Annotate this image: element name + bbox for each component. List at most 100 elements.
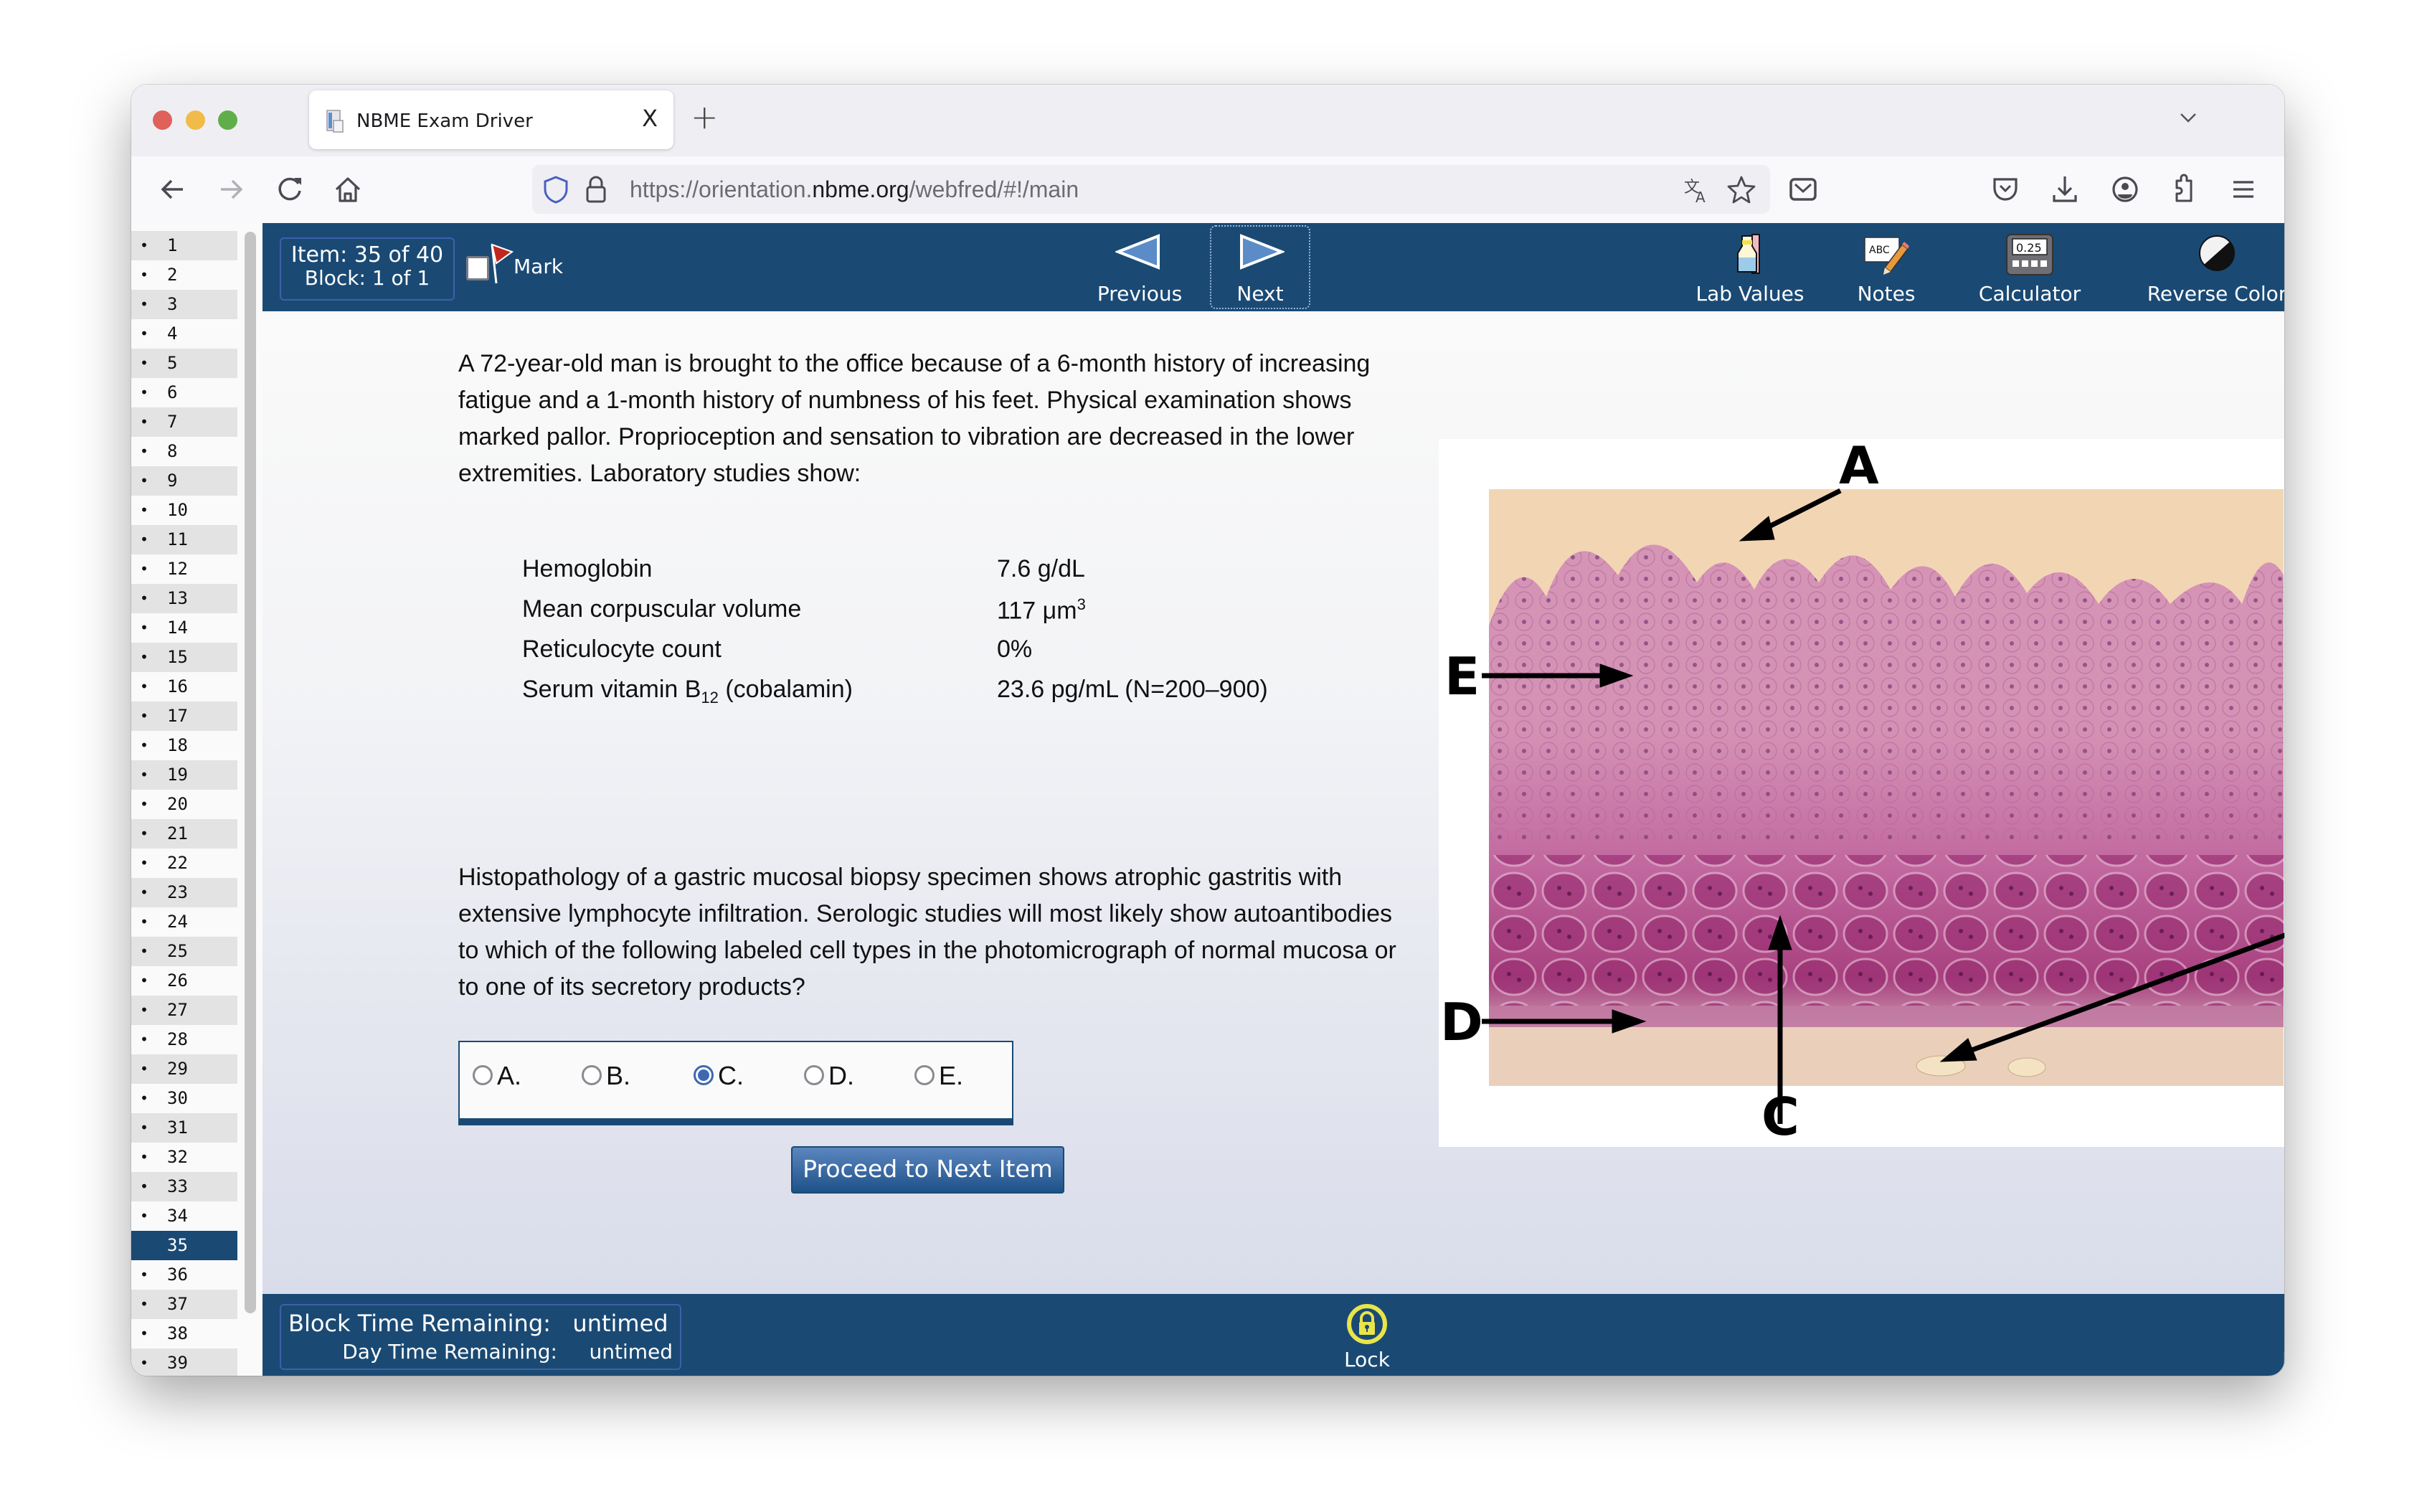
question-number: 1 <box>167 235 178 255</box>
question-nav-item[interactable]: • 11 <box>131 525 237 554</box>
pocket-icon[interactable] <box>1988 172 2023 207</box>
question-nav-item[interactable]: • 31 <box>131 1113 237 1143</box>
question-nav-item[interactable]: • 3 <box>131 290 237 319</box>
question-nav-item[interactable]: • 17 <box>131 701 237 731</box>
answer-option-a[interactable]: A. <box>473 1061 521 1091</box>
account-icon[interactable] <box>2108 172 2142 207</box>
back-arrow-icon[interactable] <box>156 172 190 207</box>
question-number: 10 <box>167 500 188 520</box>
question-nav-item[interactable]: • 36 <box>131 1260 237 1290</box>
figure-label-e: E <box>1444 646 1480 707</box>
bookmark-star-icon[interactable] <box>1726 174 1757 205</box>
question-nav-item[interactable]: • 30 <box>131 1084 237 1113</box>
lab-values-button[interactable]: Lab Values <box>1691 223 1809 311</box>
downloads-icon[interactable] <box>2048 172 2082 207</box>
lab-row: Mean corpuscular volume 117 μm3 <box>522 595 1383 635</box>
question-nav-item[interactable]: • 10 <box>131 496 237 525</box>
question-nav-item[interactable]: • 32 <box>131 1143 237 1172</box>
radio-button[interactable] <box>473 1065 493 1086</box>
question-number: 24 <box>167 912 188 932</box>
zoom-window-button[interactable] <box>218 110 237 130</box>
end-block-button[interactable]: End Block <box>2271 1294 2284 1376</box>
extensions-puzzle-icon[interactable] <box>2167 172 2201 207</box>
question-nav-item[interactable]: • 29 <box>131 1054 237 1084</box>
hamburger-menu-icon[interactable] <box>2226 172 2261 207</box>
question-nav-item[interactable]: • 25 <box>131 937 237 966</box>
svg-text:ABC: ABC <box>1869 245 1890 256</box>
question-nav-item[interactable]: • 19 <box>131 760 237 790</box>
next-label: Next <box>1236 282 1284 306</box>
sidebar-scrollbar[interactable] <box>245 232 256 1313</box>
lab-row: Serum vitamin B12 (cobalamin) 23.6 pg/mL… <box>522 676 1383 716</box>
end-block-label: End Block <box>2271 1348 2284 1371</box>
question-nav-item[interactable]: • 8 <box>131 437 237 466</box>
question-nav-item[interactable]: • 16 <box>131 672 237 701</box>
question-nav-item[interactable]: • 15 <box>131 643 237 672</box>
question-pane: A 72-year-old man is brought to the offi… <box>262 311 2284 1294</box>
question-nav-item[interactable]: • 33 <box>131 1172 237 1201</box>
close-window-button[interactable] <box>153 110 172 130</box>
minimize-window-button[interactable] <box>186 110 205 130</box>
question-nav-item[interactable]: • 4 <box>131 319 237 349</box>
radio-button[interactable] <box>582 1065 602 1086</box>
answer-option-e[interactable]: E. <box>914 1061 963 1091</box>
lock-button[interactable]: Lock <box>1331 1294 1403 1376</box>
chief-cell-layer <box>1489 855 2284 1006</box>
question-nav-item[interactable]: • 14 <box>131 613 237 643</box>
bullet-icon: • <box>140 648 149 666</box>
lock-icon[interactable] <box>584 174 608 204</box>
question-nav-item[interactable]: • 39 <box>131 1348 237 1376</box>
question-nav-item[interactable]: • 37 <box>131 1290 237 1319</box>
question-nav-item[interactable]: • 24 <box>131 907 237 937</box>
question-nav-item[interactable]: • 28 <box>131 1025 237 1054</box>
proceed-to-next-item-button[interactable]: Proceed to Next Item <box>791 1146 1064 1194</box>
address-bar[interactable]: https://orientation.nbme.org/webfred/#!/… <box>532 165 1770 214</box>
time-remaining-panel: Block Time Remaining: untimed Day Time R… <box>280 1304 681 1370</box>
question-nav-item[interactable]: • 9 <box>131 466 237 496</box>
question-nav-item[interactable]: • 7 <box>131 407 237 437</box>
home-icon[interactable] <box>331 172 365 207</box>
answer-option-c[interactable]: C. <box>694 1061 744 1091</box>
radio-button-selected[interactable] <box>694 1065 714 1086</box>
question-nav-item[interactable]: • 18 <box>131 731 237 760</box>
question-nav-item[interactable]: • 38 <box>131 1319 237 1348</box>
previous-button[interactable]: Previous <box>1090 223 1189 311</box>
question-nav-item[interactable]: • 12 <box>131 554 237 584</box>
question-nav-item[interactable]: • 13 <box>131 584 237 613</box>
question-nav-item[interactable]: • 6 <box>131 378 237 407</box>
lab-name-subscript: 12 <box>701 688 719 707</box>
question-number: 32 <box>167 1147 188 1167</box>
reload-icon[interactable] <box>273 172 307 207</box>
question-nav-item[interactable]: • 20 <box>131 790 237 819</box>
question-nav-item[interactable]: • 21 <box>131 819 237 849</box>
question-nav-item[interactable]: • 2 <box>131 260 237 290</box>
translate-icon[interactable]: 文 A <box>1681 174 1713 205</box>
mail-icon[interactable] <box>1786 172 1820 207</box>
radio-button[interactable] <box>804 1065 824 1086</box>
question-nav-item[interactable]: • 26 <box>131 966 237 996</box>
chevron-down-icon[interactable] <box>2175 105 2201 131</box>
next-button[interactable]: Next <box>1208 223 1312 311</box>
question-nav-item[interactable]: • 27 <box>131 996 237 1025</box>
close-tab-icon[interactable]: X <box>642 105 658 132</box>
answer-option-b[interactable]: B. <box>582 1061 630 1091</box>
question-nav-item[interactable]: • 22 <box>131 849 237 878</box>
question-nav-item[interactable]: • 34 <box>131 1201 237 1231</box>
question-number: 5 <box>167 353 178 373</box>
question-nav-item[interactable]: • 1 <box>131 231 237 260</box>
question-nav-item[interactable]: • 5 <box>131 349 237 378</box>
question-nav-item[interactable]: • 23 <box>131 878 237 907</box>
calculator-button[interactable]: 0.25 Calculator <box>1972 223 2087 311</box>
radio-button[interactable] <box>914 1065 935 1086</box>
notes-button[interactable]: ABC Notes <box>1843 223 1929 311</box>
reverse-color-button[interactable]: Reverse Color <box>2134 223 2284 311</box>
new-tab-button[interactable]: + <box>691 98 719 136</box>
answer-option-d[interactable]: D. <box>804 1061 854 1091</box>
browser-tab[interactable]: NBME Exam Driver X <box>309 90 673 149</box>
checkbox[interactable] <box>466 256 489 280</box>
tracking-protection-shield-icon[interactable] <box>542 175 569 204</box>
url-text[interactable]: https://orientation.nbme.org/webfred/#!/… <box>630 176 1079 203</box>
padlock-icon <box>1347 1304 1387 1344</box>
forward-arrow-icon[interactable] <box>214 172 248 207</box>
question-nav-item-current[interactable]: 35 <box>131 1231 237 1260</box>
